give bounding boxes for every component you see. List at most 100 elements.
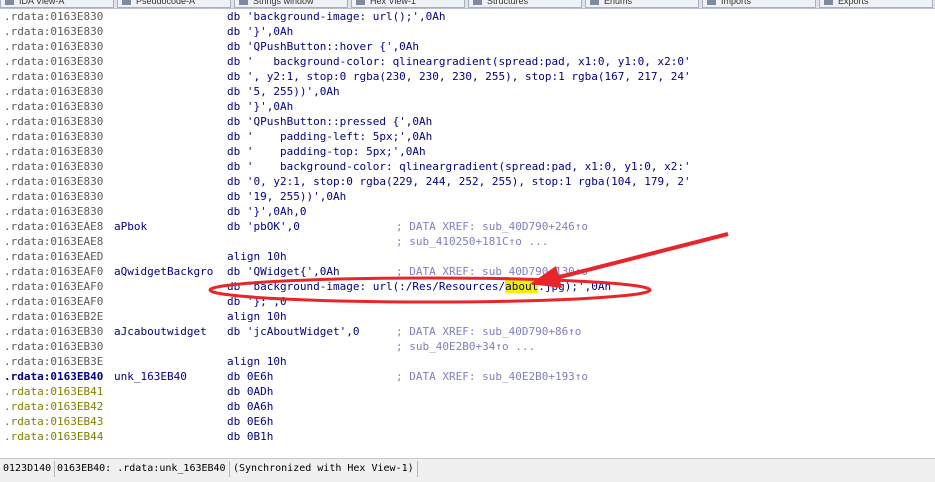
listing-line[interactable]: .rdata:0163EB3E align 10h bbox=[0, 354, 935, 369]
address[interactable]: .rdata:0163E830 bbox=[4, 129, 103, 144]
address[interactable]: .rdata:0163EAF0 bbox=[4, 279, 103, 294]
listing-line[interactable]: .rdata:0163EB30 ; sub_40E2B0+34↑o ... bbox=[0, 339, 935, 354]
address[interactable]: .rdata:0163EAF0 bbox=[4, 264, 103, 279]
address[interactable]: .rdata:0163EB42 bbox=[4, 399, 103, 414]
listing-line[interactable]: .rdata:0163E830 db '}',0Ah,0 bbox=[0, 204, 935, 219]
address[interactable]: .rdata:0163E830 bbox=[4, 174, 103, 189]
instruction[interactable]: align 10h bbox=[227, 354, 287, 369]
address[interactable]: .rdata:0163E830 bbox=[4, 9, 103, 24]
listing-line[interactable]: .rdata:0163EAED align 10h bbox=[0, 249, 935, 264]
listing-line[interactable]: .rdata:0163E830 db ' padding-left: 5px;',… bbox=[0, 129, 935, 144]
listing-line[interactable]: .rdata:0163E830 db 'QPushButton::hover {'… bbox=[0, 39, 935, 54]
address[interactable]: .rdata:0163E830 bbox=[4, 159, 103, 174]
instruction[interactable]: align 10h bbox=[227, 249, 287, 264]
address[interactable]: .rdata:0163EB2E bbox=[4, 309, 103, 324]
instruction[interactable]: db '19, 255))',0Ah bbox=[227, 189, 346, 204]
instruction[interactable]: db 0E6h bbox=[227, 369, 273, 384]
listing-line[interactable]: .rdata:0163EAF0 db '};',0 bbox=[0, 294, 935, 309]
listing-line[interactable]: .rdata:0163E830 db ' background-color: ql… bbox=[0, 159, 935, 174]
listing-line[interactable]: .rdata:0163EB40 unk_163EB40 db 0E6h ; DATA … bbox=[0, 369, 935, 384]
address[interactable]: .rdata:0163E830 bbox=[4, 69, 103, 84]
xref-comment[interactable]: ; DATA XREF: sub_40D790+130↑o bbox=[396, 264, 588, 279]
instruction[interactable]: db 'background-image: url(:/Res/Resource… bbox=[227, 279, 611, 294]
listing-line[interactable]: .rdata:0163E830 db ', y2:1, stop:0 rgba(2… bbox=[0, 69, 935, 84]
instruction[interactable]: db '}',0Ah bbox=[227, 99, 293, 114]
address[interactable]: .rdata:0163EB3E bbox=[4, 354, 103, 369]
listing-line[interactable]: .rdata:0163E830 db '}',0Ah bbox=[0, 24, 935, 39]
view-tab[interactable]: Strings window bbox=[234, 0, 348, 8]
instruction[interactable]: db 'background-image: url();',0Ah bbox=[227, 9, 446, 24]
symbol-label[interactable]: unk_163EB40 bbox=[114, 369, 187, 384]
instruction[interactable]: db ' background-color: qlineargradient(s… bbox=[227, 54, 691, 69]
address[interactable]: .rdata:0163E830 bbox=[4, 189, 103, 204]
address[interactable]: .rdata:0163E830 bbox=[4, 39, 103, 54]
listing-line[interactable]: .rdata:0163EB2E align 10h bbox=[0, 309, 935, 324]
instruction[interactable]: db 'QPushButton::hover {',0Ah bbox=[227, 39, 419, 54]
listing-line[interactable]: .rdata:0163EB41 db 0ADh bbox=[0, 384, 935, 399]
address[interactable]: .rdata:0163EAE8 bbox=[4, 219, 103, 234]
instruction[interactable]: db 0A6h bbox=[227, 399, 273, 414]
address[interactable]: .rdata:0163E830 bbox=[4, 144, 103, 159]
instruction[interactable]: db 'QPushButton::pressed {',0Ah bbox=[227, 114, 432, 129]
instruction[interactable]: db 'jcAboutWidget',0 bbox=[227, 324, 359, 339]
view-tab[interactable]: Hex View-1 bbox=[351, 0, 465, 8]
address[interactable]: .rdata:0163E830 bbox=[4, 204, 103, 219]
instruction[interactable]: db 'QWidget{',0Ah bbox=[227, 264, 340, 279]
listing-line[interactable]: .rdata:0163E830 db '0, y2:1, stop:0 rgba(… bbox=[0, 174, 935, 189]
xref-comment[interactable]: ; DATA XREF: sub_40E2B0+193↑o bbox=[396, 369, 588, 384]
listing-line[interactable]: .rdata:0163EB43 db 0E6h bbox=[0, 414, 935, 429]
instruction[interactable]: db 'pbOK',0 bbox=[227, 219, 300, 234]
xref-comment[interactable]: ; sub_40E2B0+34↑o ... bbox=[396, 339, 535, 354]
listing-line[interactable]: .rdata:0163E830 db 'QPushButton::pressed … bbox=[0, 114, 935, 129]
listing-line[interactable]: .rdata:0163EB42 db 0A6h bbox=[0, 399, 935, 414]
instruction[interactable]: align 10h bbox=[227, 309, 287, 324]
instruction[interactable]: db 0B1h bbox=[227, 429, 273, 444]
listing-line[interactable]: .rdata:0163E830 db '5, 255))',0Ah bbox=[0, 84, 935, 99]
address[interactable]: .rdata:0163E830 bbox=[4, 99, 103, 114]
listing-line[interactable]: .rdata:0163E830 db 'background-image: url… bbox=[0, 9, 935, 24]
symbol-label[interactable]: aQwidgetBackgro bbox=[114, 264, 213, 279]
instruction[interactable]: db '};',0 bbox=[227, 294, 287, 309]
instruction[interactable]: db '}',0Ah,0 bbox=[227, 204, 306, 219]
symbol-label[interactable]: aJcaboutwidget bbox=[114, 324, 207, 339]
address[interactable]: .rdata:0163E830 bbox=[4, 24, 103, 39]
listing-line[interactable]: .rdata:0163EAE8 aPbok db 'pbOK',0 ; DATA XR… bbox=[0, 219, 935, 234]
instruction[interactable]: db 0ADh bbox=[227, 384, 273, 399]
instruction[interactable]: db ', y2:1, stop:0 rgba(230, 230, 230, 2… bbox=[227, 69, 691, 84]
listing-line[interactable]: .rdata:0163E830 db '19, 255))',0Ah bbox=[0, 189, 935, 204]
address[interactable]: .rdata:0163EB40 bbox=[4, 369, 103, 384]
view-tab[interactable]: Imports bbox=[702, 0, 816, 8]
instruction[interactable]: db ' background-color: qlineargradient(s… bbox=[227, 159, 691, 174]
address[interactable]: .rdata:0163E830 bbox=[4, 84, 103, 99]
listing-line[interactable]: .rdata:0163EB30 aJcaboutwidget db 'jcAbout… bbox=[0, 324, 935, 339]
symbol-label[interactable]: aPbok bbox=[114, 219, 147, 234]
view-tab[interactable]: Enums bbox=[585, 0, 699, 8]
address[interactable]: .rdata:0163EB44 bbox=[4, 429, 103, 444]
address[interactable]: .rdata:0163EB30 bbox=[4, 324, 103, 339]
listing-line[interactable]: .rdata:0163E830 db ' padding-top: 5px;',0… bbox=[0, 144, 935, 159]
instruction[interactable]: db ' padding-top: 5px;',0Ah bbox=[227, 144, 426, 159]
view-tab[interactable]: Pseudocode-A bbox=[117, 0, 231, 8]
instruction[interactable]: db ' padding-left: 5px;',0Ah bbox=[227, 129, 432, 144]
view-tab[interactable]: IDA View-A bbox=[0, 0, 114, 8]
address[interactable]: .rdata:0163E830 bbox=[4, 114, 103, 129]
listing-line[interactable]: .rdata:0163EB44 db 0B1h bbox=[0, 429, 935, 444]
instruction[interactable]: db '0, y2:1, stop:0 rgba(229, 244, 252, … bbox=[227, 174, 691, 189]
xref-comment[interactable]: ; DATA XREF: sub_40D790+86↑o bbox=[396, 324, 581, 339]
xref-comment[interactable]: ; sub_410250+181C↑o ... bbox=[396, 234, 548, 249]
listing-line[interactable]: .rdata:0163E830 db ' background-color: ql… bbox=[0, 54, 935, 69]
view-tab[interactable]: Structures bbox=[468, 0, 582, 8]
listing-line[interactable]: .rdata:0163E830 db '}',0Ah bbox=[0, 99, 935, 114]
address[interactable]: .rdata:0163EB43 bbox=[4, 414, 103, 429]
listing-line[interactable]: .rdata:0163EAF0 aQwidgetBackgro db 'QWidge… bbox=[0, 264, 935, 279]
address[interactable]: .rdata:0163E830 bbox=[4, 54, 103, 69]
address[interactable]: .rdata:0163EB30 bbox=[4, 339, 103, 354]
address[interactable]: .rdata:0163EB41 bbox=[4, 384, 103, 399]
address[interactable]: .rdata:0163EAED bbox=[4, 249, 103, 264]
disassembly-listing[interactable]: .rdata:0163E830 db 'background-image: url… bbox=[0, 9, 935, 457]
address[interactable]: .rdata:0163EAF0 bbox=[4, 294, 103, 309]
listing-line[interactable]: .rdata:0163EAF0 db 'background-image: url… bbox=[0, 279, 935, 294]
view-tab[interactable]: Exports bbox=[819, 0, 933, 8]
address[interactable]: .rdata:0163EAE8 bbox=[4, 234, 103, 249]
xref-comment[interactable]: ; DATA XREF: sub_40D790+246↑o bbox=[396, 219, 588, 234]
